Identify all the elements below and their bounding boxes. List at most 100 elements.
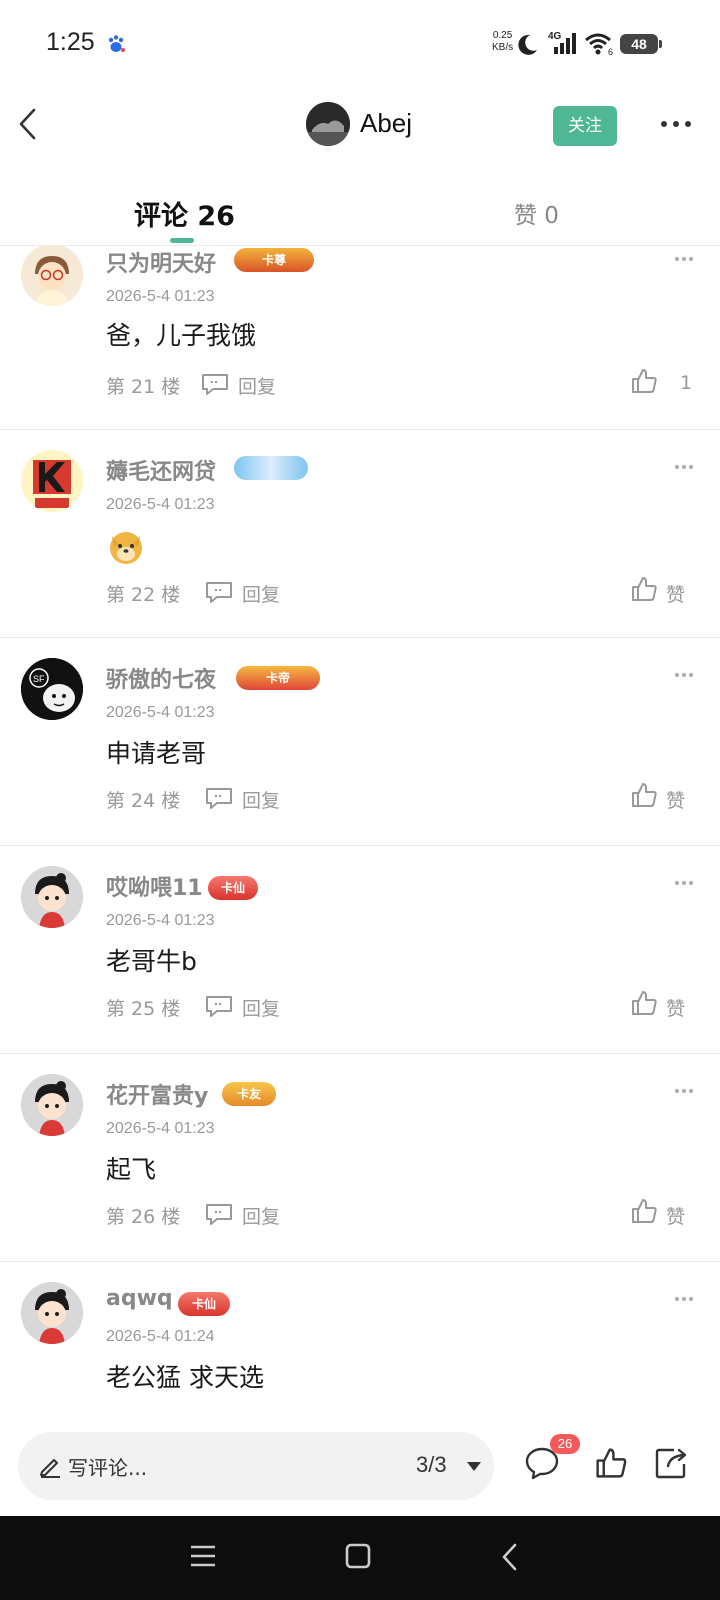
like-button-label[interactable]: 赞 bbox=[666, 994, 685, 1021]
level-badge: 卡仙 bbox=[178, 1292, 230, 1316]
comment-text: 爸，儿子我饿 bbox=[106, 321, 257, 350]
wifi-icon: 6 bbox=[585, 33, 613, 56]
more-options-icon[interactable] bbox=[660, 120, 692, 128]
comment-list[interactable]: 只为明天好 卡尊 2026-5-4 01:23 爸，儿子我饿 第 21 楼 回复… bbox=[0, 246, 720, 1414]
avatar[interactable] bbox=[21, 246, 83, 306]
avatar[interactable] bbox=[21, 866, 83, 928]
comment-username[interactable]: 只为明天好 bbox=[106, 246, 216, 278]
comment-time: 2026-5-4 01:23 bbox=[106, 496, 215, 513]
level-badge: 卡友 bbox=[222, 1082, 276, 1106]
reply-button[interactable]: 回复 bbox=[242, 786, 280, 813]
comment-item: 只为明天好 卡尊 2026-5-4 01:23 爸，儿子我饿 第 21 楼 回复… bbox=[0, 246, 720, 430]
reply-icon[interactable] bbox=[200, 372, 230, 396]
comment-input-placeholder: 写评论... bbox=[68, 1456, 148, 1480]
like-count: 1 bbox=[680, 372, 693, 394]
thumbs-up-icon[interactable] bbox=[630, 989, 658, 1017]
comment-text: 起飞 bbox=[106, 1155, 157, 1184]
comment-more-icon[interactable] bbox=[674, 880, 694, 886]
comment-item: SF 骄傲的七夜 卡帝 2026-5-4 01:23 申请老哥 第 24 楼 回… bbox=[0, 638, 720, 846]
back-arrow-icon[interactable] bbox=[14, 106, 44, 142]
share-icon[interactable] bbox=[654, 1446, 690, 1480]
like-button-label[interactable]: 赞 bbox=[666, 1202, 685, 1229]
comment-username[interactable]: 花开富贵y bbox=[106, 1078, 208, 1110]
comment-username[interactable]: 哎呦喂11 bbox=[106, 870, 203, 902]
reply-button[interactable]: 回复 bbox=[242, 994, 280, 1021]
follow-button[interactable]: 关注 bbox=[553, 106, 617, 146]
reply-icon[interactable] bbox=[204, 786, 234, 810]
avatar[interactable] bbox=[21, 450, 83, 512]
avatar[interactable] bbox=[21, 1074, 83, 1136]
comment-username[interactable]: 薅毛还网贷 bbox=[106, 454, 216, 486]
comment-item: 花开富贵y 卡友 2026-5-4 01:23 起飞 第 26 楼 回复 赞 bbox=[0, 1054, 720, 1262]
comment-more-icon[interactable] bbox=[674, 464, 694, 470]
comment-time: 2026-5-4 01:23 bbox=[106, 912, 215, 929]
battery-indicator: 48 bbox=[620, 34, 662, 54]
svg-text:6: 6 bbox=[608, 47, 613, 56]
comment-time: 2026-5-4 01:23 bbox=[106, 704, 215, 721]
svg-text:SF: SF bbox=[33, 674, 45, 684]
status-time: 1:25 bbox=[46, 28, 95, 56]
comment-text: 老哥牛b bbox=[106, 947, 197, 976]
system-back-icon[interactable] bbox=[500, 1542, 520, 1572]
comment-time: 2026-5-4 01:24 bbox=[106, 1328, 215, 1345]
decorative-badge bbox=[234, 456, 308, 480]
avatar[interactable]: SF bbox=[21, 658, 83, 720]
tab-comments[interactable]: 评论 26 bbox=[134, 194, 235, 233]
floor-number: 第 24 楼 bbox=[106, 790, 181, 812]
reply-button[interactable]: 回复 bbox=[242, 580, 280, 607]
comment-text: 申请老哥 bbox=[106, 739, 207, 768]
comment-input[interactable]: 写评论... 3/3 bbox=[18, 1432, 494, 1500]
page-indicator[interactable]: 3/3 bbox=[416, 1452, 447, 1478]
status-bar: 1:25 0.25 KB/s 4G 6 48 bbox=[0, 0, 720, 90]
home-icon[interactable] bbox=[344, 1542, 372, 1570]
like-button-label[interactable]: 赞 bbox=[666, 580, 685, 607]
moon-icon bbox=[518, 34, 537, 55]
reply-button[interactable]: 回复 bbox=[238, 372, 276, 399]
header-avatar[interactable] bbox=[306, 102, 350, 146]
comment-time: 2026-5-4 01:23 bbox=[106, 288, 215, 305]
thumbs-up-icon[interactable] bbox=[630, 367, 658, 395]
tab-bar: 评论 26 赞 0 bbox=[0, 180, 720, 246]
baidu-paw-icon bbox=[108, 35, 125, 52]
thumbs-up-icon[interactable] bbox=[594, 1446, 628, 1480]
comment-username[interactable]: 骄傲的七夜 bbox=[106, 662, 216, 694]
tab-likes[interactable]: 赞 0 bbox=[514, 196, 559, 230]
comment-text: 老公猛 求天选 bbox=[106, 1363, 264, 1392]
svg-text:4G: 4G bbox=[548, 31, 562, 42]
comment-item: aqwq 卡仙 2026-5-4 01:24 老公猛 求天选 bbox=[0, 1262, 720, 1414]
thumbs-up-icon[interactable] bbox=[630, 781, 658, 809]
top-header: Abej 关注 bbox=[0, 90, 720, 162]
thumbs-up-icon[interactable] bbox=[630, 1197, 658, 1225]
tab-active-indicator bbox=[170, 238, 194, 243]
reply-button[interactable]: 回复 bbox=[242, 1202, 280, 1229]
doge-emoji-icon bbox=[110, 532, 142, 564]
comment-username[interactable]: aqwq bbox=[106, 1286, 173, 1311]
comment-more-icon[interactable] bbox=[674, 1088, 694, 1094]
avatar[interactable] bbox=[21, 1282, 83, 1344]
comment-more-icon[interactable] bbox=[674, 672, 694, 678]
thumbs-up-icon[interactable] bbox=[630, 575, 658, 603]
pencil-icon bbox=[40, 1459, 60, 1478]
level-badge: 卡尊 bbox=[234, 248, 314, 272]
signal-4g-icon: 4G bbox=[548, 31, 576, 54]
comment-time: 2026-5-4 01:23 bbox=[106, 1120, 215, 1137]
caret-down-icon[interactable] bbox=[466, 1460, 482, 1472]
recent-apps-icon[interactable] bbox=[190, 1544, 216, 1568]
comment-item: 薅毛还网贷 2026-5-4 01:23 第 22 楼 回复 赞 bbox=[0, 430, 720, 638]
comment-count-badge: 26 bbox=[550, 1434, 580, 1454]
comment-more-icon[interactable] bbox=[674, 256, 694, 262]
floor-number: 第 21 楼 bbox=[106, 376, 181, 398]
reply-icon[interactable] bbox=[204, 994, 234, 1018]
comment-item: 哎呦喂11 卡仙 2026-5-4 01:23 老哥牛b 第 25 楼 回复 赞 bbox=[0, 846, 720, 1054]
reply-icon[interactable] bbox=[204, 1202, 234, 1226]
net-speed: 0.25 KB/s bbox=[492, 30, 514, 53]
like-button-label[interactable]: 赞 bbox=[666, 786, 685, 813]
bottom-action-bar: 写评论... 3/3 26 bbox=[0, 1416, 720, 1516]
header-username[interactable]: Abej bbox=[360, 108, 412, 139]
floor-number: 第 25 楼 bbox=[106, 998, 181, 1020]
system-nav-bar bbox=[0, 1516, 720, 1600]
level-badge: 卡帝 bbox=[236, 666, 320, 690]
comment-more-icon[interactable] bbox=[674, 1296, 694, 1302]
level-badge: 卡仙 bbox=[208, 876, 258, 900]
reply-icon[interactable] bbox=[204, 580, 234, 604]
